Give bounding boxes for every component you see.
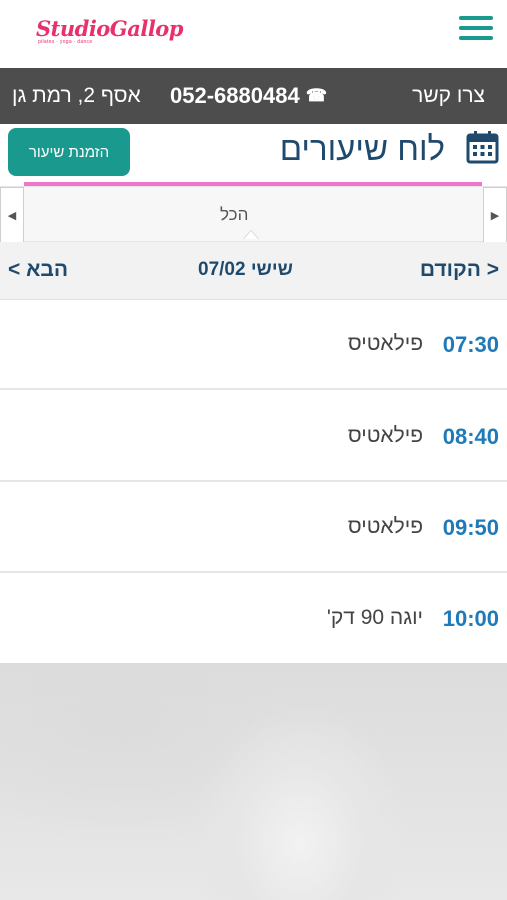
previous-label: הקודם [419,258,481,281]
logo-subtext: pilates · yoga · dance [38,39,93,45]
address-text: אסף 2, רמת גן [12,84,141,107]
caret-right-icon: ▶ [490,209,500,222]
caret-left-icon: ◀ [7,209,17,222]
book-class-button[interactable]: הזמנת שיעור [8,128,130,176]
class-row[interactable]: 08:40 פילאטיס [0,392,507,482]
phone-icon: ☎ [305,86,327,105]
logo-text: StudioGallop [36,16,184,41]
next-day-button[interactable]: < הבא [8,258,68,282]
phone-number: 052-6880484 [170,83,300,108]
class-name: פילאטיס [347,424,423,447]
class-name: יוגה 90 דק' [326,606,423,629]
next-label: הבא [26,258,69,281]
phone-link[interactable]: 052-6880484 ☎ [170,83,327,109]
schedule-title-row: הזמנת שיעור לוח שיעורים [0,124,507,182]
hamburger-line [459,36,493,40]
class-row[interactable]: 09:50 פילאטיס [0,483,507,573]
class-time: 09:50 [442,515,499,540]
studio-logo[interactable]: StudioGallop pilates · yoga · dance [22,12,184,50]
filter-scroll-right-button[interactable]: ▶ [483,187,507,243]
filter-scroll-left-button[interactable]: ◀ [0,187,24,243]
date-navigation: < הבא שישי 07/02 הקודם > [0,242,507,300]
class-name: פילאטיס [347,332,423,355]
class-row[interactable]: 07:30 פילאטיס [0,300,507,390]
class-time: 10:00 [442,606,499,631]
chevron-right-icon: > [486,258,499,281]
class-name: פילאטיס [347,515,423,538]
background-photo [0,663,507,900]
class-time: 07:30 [442,332,499,357]
hamburger-line [459,16,493,20]
site-header: StudioGallop pilates · yoga · dance [0,0,507,66]
hamburger-icon[interactable] [459,16,493,46]
class-time: 08:40 [442,424,499,449]
current-date: שישי 07/02 [198,259,293,280]
page-title: לוח שיעורים [279,130,445,167]
chevron-left-icon: < [8,258,21,281]
category-filter: ◀ הכל ▶ [0,186,507,243]
calendar-icon [466,131,499,164]
filter-all-tab[interactable]: הכל [220,205,248,225]
contact-us-link[interactable]: צרו קשר [412,84,485,108]
class-row[interactable]: 10:00 יוגה 90 דק' [0,574,507,664]
hamburger-line [459,26,493,30]
previous-day-button[interactable]: הקודם > [420,258,499,282]
contact-bar: צרו קשר 052-6880484 ☎ אסף 2, רמת גן [0,68,507,124]
selected-indicator-icon [243,230,259,239]
